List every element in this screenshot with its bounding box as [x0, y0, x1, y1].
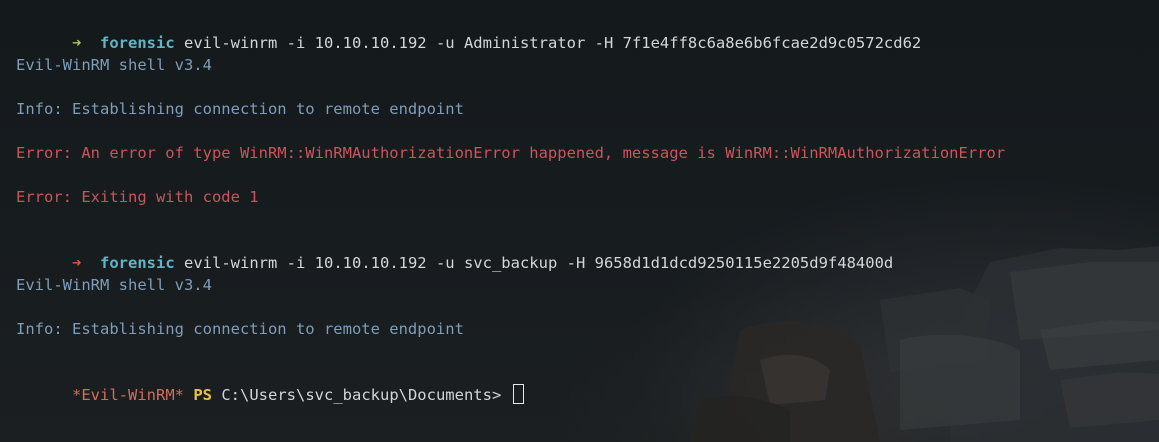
- active-prompt-line[interactable]: *Evil-WinRM* PS C:\Users\svc_backup\Docu…: [16, 362, 1159, 404]
- info-line: Evil-WinRM shell v3.4: [16, 56, 212, 74]
- info-line: Evil-WinRM shell v3.4: [16, 276, 212, 294]
- text-cursor[interactable]: [512, 384, 524, 404]
- shell-name: *Evil-WinRM*: [72, 386, 184, 404]
- command-line: ➜ forensic evil-winrm -i 10.10.10.192 -u…: [16, 230, 1159, 272]
- prompt-host: forensic: [100, 254, 175, 272]
- error-line: Error: Exiting with code 1: [16, 188, 259, 206]
- current-path: C:\Users\svc_backup\Documents>: [221, 386, 502, 404]
- command-line: ➜ forensic evil-winrm -i 10.10.10.192 -u…: [16, 10, 1159, 52]
- ps-label: PS: [193, 386, 212, 404]
- command-text: evil-winrm -i 10.10.10.192 -u svc_backup…: [184, 254, 894, 272]
- prompt-arrow-icon: ➜: [72, 34, 82, 52]
- prompt-host: forensic: [100, 34, 175, 52]
- command-text: evil-winrm -i 10.10.10.192 -u Administra…: [184, 34, 922, 52]
- prompt-arrow-icon: ➜: [72, 254, 82, 272]
- info-line: Info: Establishing connection to remote …: [16, 100, 464, 118]
- info-line: Info: Establishing connection to remote …: [16, 320, 464, 338]
- terminal-window[interactable]: ➜ forensic evil-winrm -i 10.10.10.192 -u…: [0, 0, 1159, 442]
- error-line: Error: An error of type WinRM::WinRMAuth…: [16, 144, 1006, 162]
- terminal-output: ➜ forensic evil-winrm -i 10.10.10.192 -u…: [16, 10, 1159, 406]
